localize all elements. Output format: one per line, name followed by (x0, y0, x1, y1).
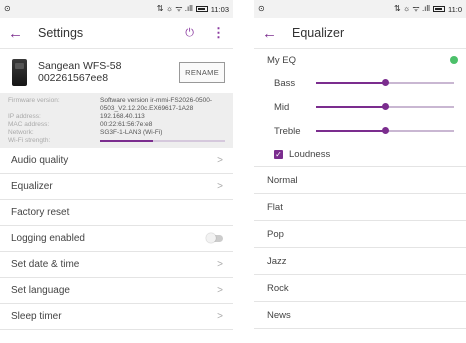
preset-label: Flat (267, 201, 283, 213)
chevron-right-icon: > (217, 259, 223, 270)
app-bar: ← Settings ⏻ ⋮ (0, 18, 233, 49)
wifi-label: Wi-Fi strength: (8, 137, 51, 144)
menu-item-label: Audio quality (11, 155, 69, 166)
preset-jazz[interactable]: Jazz (254, 248, 466, 275)
treble-row: Treble (254, 119, 466, 143)
selected-check-icon (450, 56, 458, 64)
page-title: Equalizer (292, 26, 345, 40)
status-bar: ⊙ ⇅ ☼ ᯤ .ıll 11:0 (254, 0, 466, 18)
mid-label: Mid (274, 101, 290, 113)
status-bar: ⊙ ⇅ ☼ ᯤ .ıll 11:03 (0, 0, 233, 18)
preset-normal[interactable]: Normal (254, 167, 466, 194)
preset-label: Jazz (267, 255, 287, 267)
status-time: 11:0 (447, 4, 462, 14)
notification-icon: ⊙ (4, 4, 11, 13)
menu-item-label: Set date & time (11, 259, 80, 270)
wifi-strength (100, 137, 225, 145)
ip-row: IP address: 192.168.40.113 (8, 113, 225, 121)
bass-slider-fill (316, 82, 385, 84)
firmware-row: Firmware version: Software version ir-mm… (8, 97, 225, 113)
wifi-strength-bar (100, 140, 225, 142)
bass-label: Bass (274, 77, 296, 89)
preset-label: Pop (267, 228, 284, 240)
preset-label: Rock (267, 282, 289, 294)
page-title: Settings (38, 26, 84, 40)
my-eq-row[interactable]: My EQ (254, 49, 466, 71)
signal-icons: ⇅ ☼ ᯤ .ıll (156, 4, 193, 13)
status-time: 11:03 (210, 4, 229, 14)
menu-item-equalizer[interactable]: Equalizer > (0, 174, 233, 200)
chevron-right-icon: > (217, 285, 223, 296)
rename-button[interactable]: RENAME (179, 61, 225, 83)
preset-rock[interactable]: Rock (254, 275, 466, 302)
mac-label: MAC address: (8, 121, 50, 128)
loudness-label: Loudness (289, 149, 331, 160)
menu-item-audio-quality[interactable]: Audio quality > (0, 148, 233, 174)
mid-slider[interactable] (316, 103, 454, 110)
mid-slider-handle[interactable] (381, 103, 389, 110)
battery-icon (195, 6, 208, 12)
preset-flat[interactable]: Flat (254, 194, 466, 221)
wifi-row: Wi-Fi strength: (8, 137, 225, 145)
chevron-right-icon: > (217, 181, 223, 192)
mid-row: Mid (254, 95, 466, 119)
menu-item-set-language[interactable]: Set language > (0, 278, 233, 304)
settings-screen: ⊙ ⇅ ☼ ᯤ .ıll 11:03 ← Settings ⏻ ⋮ Sangea… (0, 0, 233, 343)
firmware-value: Software version ir-mmi-FS2026-0500-0503… (100, 97, 212, 112)
mac-value: 00:22:61:56:7e:e8 (100, 121, 153, 128)
overflow-menu-icon[interactable]: ⋮ (212, 25, 225, 41)
device-name: Sangean WFS-58 002261567ee8 (38, 60, 179, 84)
treble-slider[interactable] (316, 127, 454, 134)
back-arrow-icon[interactable]: ← (262, 25, 284, 42)
ip-label: IP address: (8, 113, 41, 120)
treble-slider-handle[interactable] (381, 127, 389, 134)
status-icons: ⇅ ☼ ᯤ .ıll 11:03 (157, 5, 229, 14)
preset-label: Normal (267, 174, 298, 186)
mid-slider-fill (316, 106, 385, 108)
menu-item-factory-reset[interactable]: Factory reset (0, 200, 233, 226)
speaker-icon (12, 58, 27, 86)
menu-item-logging-enabled: Logging enabled (0, 226, 233, 252)
back-arrow-icon[interactable]: ← (8, 25, 30, 42)
device-header: Sangean WFS-58 002261567ee8 RENAME (0, 49, 233, 93)
treble-slider-fill (316, 130, 385, 132)
signal-icons: ⇅ ☼ ᯤ .ıll (393, 4, 430, 13)
power-icon[interactable]: ⏻ (185, 27, 194, 40)
chevron-right-icon: > (217, 155, 223, 166)
firmware-label: Firmware version: (8, 97, 60, 104)
network-label: Network: (8, 129, 34, 136)
loudness-checkbox[interactable]: ✓ (274, 150, 283, 159)
preset-pop[interactable]: Pop (254, 221, 466, 248)
bass-row: Bass (254, 71, 466, 95)
menu-item-label: Set language (11, 285, 70, 296)
device-id: 002261567ee8 (38, 72, 109, 84)
bass-slider-handle[interactable] (381, 79, 389, 86)
menu-item-label: Equalizer (11, 181, 53, 192)
menu-item-label: Logging enabled (11, 233, 85, 244)
menu-item-sleep-timer[interactable]: Sleep timer > (0, 304, 233, 330)
equalizer-screen: ⊙ ⇅ ☼ ᯤ .ıll 11:0 ← Equalizer My EQ Bass… (254, 0, 466, 343)
my-eq-label: My EQ (267, 54, 297, 66)
preset-news[interactable]: News (254, 302, 466, 329)
menu-item-label: Sleep timer (11, 311, 62, 322)
logging-toggle[interactable] (206, 233, 223, 243)
device-model: Sangean WFS-58 (38, 60, 122, 72)
menu-item-set-date-time[interactable]: Set date & time > (0, 252, 233, 278)
treble-label: Treble (274, 125, 301, 137)
preset-label: News (267, 309, 291, 321)
ip-value: 192.168.40.113 (100, 113, 145, 120)
battery-icon (432, 6, 445, 12)
bass-slider[interactable] (316, 79, 454, 86)
status-icons: ⇅ ☼ ᯤ .ıll 11:0 (394, 5, 462, 14)
wifi-strength-fill (100, 140, 153, 142)
chevron-right-icon: > (217, 311, 223, 322)
device-info-panel: Firmware version: Software version ir-mm… (0, 93, 233, 148)
mac-row: MAC address: 00:22:61:56:7e:e8 (8, 121, 225, 129)
network-value: SG3F-1-LAN3 (Wi-Fi) (100, 129, 163, 136)
notification-icon: ⊙ (258, 4, 265, 13)
menu-item-label: Factory reset (11, 207, 70, 218)
app-bar: ← Equalizer (254, 18, 466, 49)
loudness-row[interactable]: ✓ Loudness (254, 143, 466, 167)
network-row: Network: SG3F-1-LAN3 (Wi-Fi) (8, 129, 225, 137)
